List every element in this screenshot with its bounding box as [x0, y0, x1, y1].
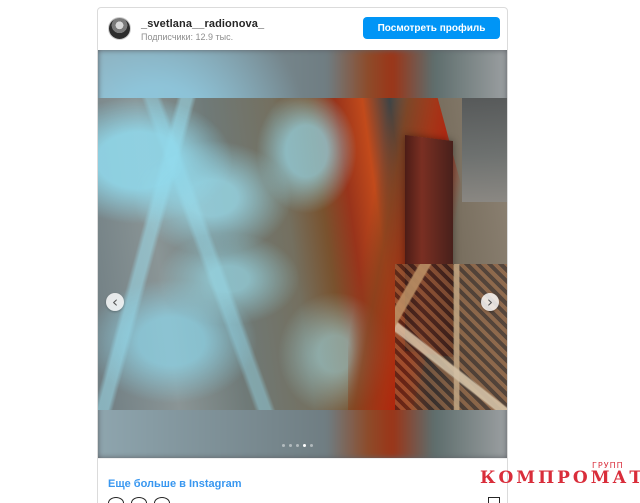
view-profile-button[interactable]: Посмотреть профиль: [363, 17, 500, 39]
avatar[interactable]: [108, 17, 131, 40]
wooden-scaffold: [395, 264, 507, 410]
watermark-logo: КОМПРОМАТ: [480, 468, 640, 488]
username[interactable]: _svetlana__radionova_: [141, 18, 264, 30]
more-on-instagram-link[interactable]: Еще больше в Instagram: [108, 478, 242, 490]
carousel-indicators: [282, 444, 313, 447]
share-icon[interactable]: [154, 497, 170, 503]
bookmark-icon[interactable]: [488, 497, 500, 503]
instagram-embed-card: _svetlana__radionova_ Подписчики: 12.9 т…: [97, 7, 508, 503]
post-actions: [108, 497, 170, 503]
carousel-dot[interactable]: [282, 444, 285, 447]
post-header: _svetlana__radionova_ Подписчики: 12.9 т…: [98, 8, 507, 50]
post-photo: [98, 98, 507, 410]
carousel-dot-active[interactable]: [303, 444, 306, 447]
chevron-left-icon[interactable]: ‹: [106, 293, 124, 311]
post-media-carousel[interactable]: ‹ ›: [98, 50, 507, 458]
followers-count: Подписчики: 12.9 тыс.: [141, 32, 234, 42]
chevron-right-icon[interactable]: ›: [481, 293, 499, 311]
like-icon[interactable]: [108, 497, 124, 503]
gray-panel: [462, 98, 507, 202]
carousel-dot[interactable]: [296, 444, 299, 447]
carousel-dot[interactable]: [310, 444, 313, 447]
comment-icon[interactable]: [131, 497, 147, 503]
carousel-dot[interactable]: [289, 444, 292, 447]
